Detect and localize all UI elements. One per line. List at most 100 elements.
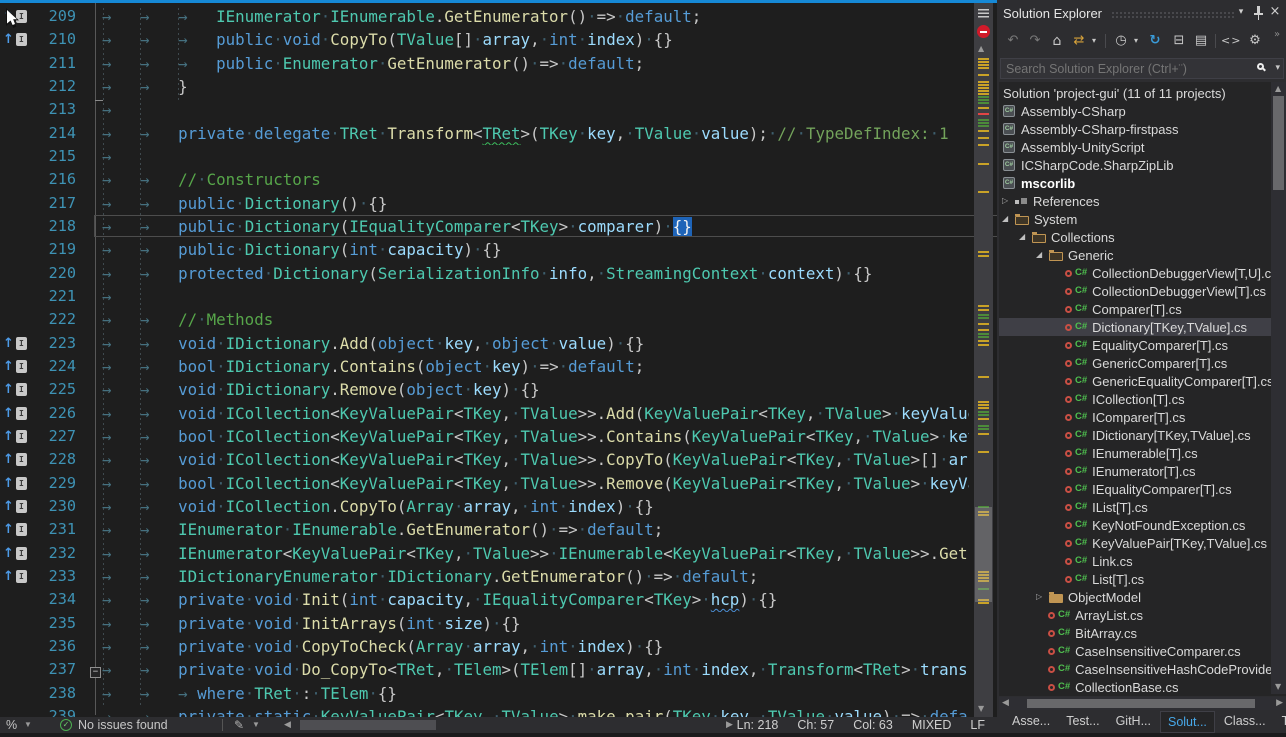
search-icon[interactable]	[1257, 63, 1264, 70]
tree-item[interactable]: C#CollectionDebuggerView[T].cs	[999, 282, 1271, 300]
forward-icon[interactable]: ↷	[1027, 32, 1043, 50]
pin-icon[interactable]	[1253, 6, 1264, 20]
line-number[interactable]: 213	[30, 98, 76, 121]
code-text[interactable]: → → bool·ICollection<KeyValuePair<TKey,·…	[102, 472, 969, 495]
tree-vertical-scrollbar[interactable]: ▲ ▼	[1271, 82, 1286, 694]
tree-item[interactable]: C#IEnumerable[T].cs	[999, 444, 1271, 462]
hscroll-right-icon[interactable]: ▶	[1276, 697, 1283, 710]
code-text[interactable]: → → → IEnumerator·IEnumerable.GetEnumera…	[102, 5, 969, 28]
line-number[interactable]: 209	[30, 5, 76, 28]
collapse-all-icon[interactable]: ⊟	[1171, 32, 1187, 50]
implementation-glyph-icon[interactable]: I	[16, 407, 27, 420]
line-number[interactable]: 211	[30, 52, 76, 75]
code-text[interactable]: → → void·ICollection<KeyValuePair<TKey,·…	[102, 402, 969, 425]
line-number[interactable]: 237	[30, 658, 76, 681]
tool-window-tab[interactable]: Test...	[1059, 711, 1106, 733]
implementation-glyph-icon[interactable]: I	[16, 360, 27, 373]
reference-up-glyph-icon[interactable]: ↑	[3, 523, 14, 536]
tree-item[interactable]: C#CaseInsensitiveComparer.cs	[999, 642, 1271, 660]
reference-up-glyph-icon[interactable]: ↑	[3, 453, 14, 466]
splitter-handle-icon[interactable]	[978, 9, 989, 18]
filter-caret-icon[interactable]: ▾	[1131, 32, 1141, 50]
tree-item[interactable]: C#ICollection[T].cs	[999, 390, 1271, 408]
line-number[interactable]: 232	[30, 542, 76, 565]
code-text[interactable]: → → bool·IDictionary.Contains(object·key…	[102, 355, 969, 378]
code-text[interactable]: → → private·void·Init(int·capacity,·IEqu…	[102, 588, 969, 611]
line-number[interactable]: 217	[30, 192, 76, 215]
view-code-icon[interactable]: <>	[1221, 32, 1241, 50]
line-number[interactable]: 212	[30, 75, 76, 98]
line-number[interactable]: 222	[30, 308, 76, 331]
code-text[interactable]: → → //·Methods	[102, 308, 969, 331]
reference-up-glyph-icon[interactable]: ↑	[3, 500, 14, 513]
line-number[interactable]: 239	[30, 705, 76, 717]
code-text[interactable]: → → → public·Enumerator·GetEnumerator()·…	[102, 52, 969, 75]
hscroll-right-icon[interactable]: ▶	[726, 717, 733, 733]
code-text[interactable]: → → void·ICollection.CopyTo(Array·array,…	[102, 495, 969, 518]
tree-item[interactable]: ▷References	[999, 192, 1271, 210]
chevron-expanded-icon[interactable]: ◢	[1019, 232, 1032, 242]
tree-item[interactable]: C#GenericComparer[T].cs	[999, 354, 1271, 372]
tree-item[interactable]: C#KeyNotFoundException.cs	[999, 516, 1271, 534]
tree-item[interactable]: C#ArrayList.cs	[999, 606, 1271, 624]
code-text[interactable]: →	[102, 285, 969, 308]
hscroll-left-icon[interactable]: ◀	[284, 717, 291, 733]
tree-item[interactable]: C#IEqualityComparer[T].cs	[999, 480, 1271, 498]
code-text[interactable]: →	[102, 145, 969, 168]
chevron-expanded-icon[interactable]: ◢	[1002, 214, 1015, 224]
line-number[interactable]: 234	[30, 588, 76, 611]
tool-window-tab[interactable]: Tea...	[1275, 711, 1286, 733]
tree-item[interactable]: C#EqualityComparer[T].cs	[999, 336, 1271, 354]
sync-with-active-document-icon[interactable]: ⇄	[1070, 32, 1088, 50]
code-text[interactable]: → → public·Dictionary(int·capacity)·{}	[102, 238, 969, 261]
tree-item[interactable]: C#IList[T].cs	[999, 498, 1271, 516]
line-number[interactable]: 220	[30, 262, 76, 285]
tree-item[interactable]: C#IComparer[T].cs	[999, 408, 1271, 426]
tree-item[interactable]: C#CaseInsensitiveHashCodeProvider.cs	[999, 660, 1271, 678]
code-text[interactable]: → → public·Dictionary(IEqualityComparer<…	[102, 215, 969, 238]
tree-item[interactable]: C#CollectionDebuggerView[T,U].cs	[999, 264, 1271, 282]
tool-window-tab[interactable]: Asse...	[1005, 711, 1057, 733]
code-text[interactable]: → → → where·TRet·:·TElem·{}	[102, 682, 969, 705]
reference-up-glyph-icon[interactable]: ↑	[3, 430, 14, 443]
reference-up-glyph-icon[interactable]: ↑	[3, 360, 14, 373]
properties-icon[interactable]: ⚙	[1247, 32, 1263, 50]
implementation-glyph-icon[interactable]: I	[16, 33, 27, 46]
implementation-glyph-icon[interactable]: I	[16, 430, 27, 443]
line-number[interactable]: 235	[30, 612, 76, 635]
code-text[interactable]: → → IEnumerator<KeyValuePair<TKey,·TValu…	[102, 542, 969, 565]
show-all-files-icon[interactable]: ▤	[1193, 32, 1209, 50]
line-number[interactable]: 221	[30, 285, 76, 308]
line-number[interactable]: 226	[30, 402, 76, 425]
line-number[interactable]: 215	[30, 145, 76, 168]
scrollbar-thumb[interactable]	[1273, 96, 1284, 190]
line-number[interactable]: 218	[30, 215, 76, 238]
code-text[interactable]: → → void·ICollection<KeyValuePair<TKey,·…	[102, 448, 969, 471]
search-caret-icon[interactable]: ▾	[1275, 63, 1280, 73]
tree-item[interactable]: C#Link.cs	[999, 552, 1271, 570]
chevron-collapsed-icon[interactable]: ▷	[1002, 196, 1015, 206]
reference-up-glyph-icon[interactable]: ↑	[3, 383, 14, 396]
zoom-caret-icon[interactable]: ▼	[24, 717, 32, 733]
tree-item[interactable]: C#mscorlib	[999, 174, 1271, 192]
back-icon[interactable]: ↶	[1005, 32, 1021, 50]
code-text[interactable]: → → → public·void·CopyTo(TValue[]·array,…	[102, 28, 969, 51]
line-number[interactable]: 233	[30, 565, 76, 588]
scroll-up-icon[interactable]: ▲	[978, 45, 984, 53]
code-text[interactable]: → → private·void·Do_CopyTo<TRet,·TElem>(…	[102, 658, 969, 681]
implementation-glyph-icon[interactable]: I	[16, 547, 27, 560]
code-text[interactable]: → → private·static·KeyValuePair<TKey,·TV…	[102, 705, 969, 717]
close-icon[interactable]: ×	[1268, 5, 1282, 19]
hscroll-left-icon[interactable]: ◀	[1002, 697, 1009, 710]
reference-up-glyph-icon[interactable]: ↑	[3, 337, 14, 350]
implementation-glyph-icon[interactable]: I	[16, 337, 27, 350]
reference-up-glyph-icon[interactable]: ↑	[3, 407, 14, 420]
scroll-down-icon[interactable]: ▼	[978, 705, 984, 713]
code-text[interactable]: → → protected·Dictionary(SerializationIn…	[102, 262, 969, 285]
scrollbar-thumb[interactable]	[975, 507, 992, 602]
editor-horizontal-scrollbar[interactable]	[296, 720, 722, 730]
window-position-caret-icon[interactable]: ▾	[1234, 5, 1248, 19]
implementation-glyph-icon[interactable]: I	[16, 477, 27, 490]
tree-item[interactable]: C#ICSharpCode.SharpZipLib	[999, 156, 1271, 174]
toolbar-overflow-icon[interactable]: »	[1271, 26, 1283, 44]
